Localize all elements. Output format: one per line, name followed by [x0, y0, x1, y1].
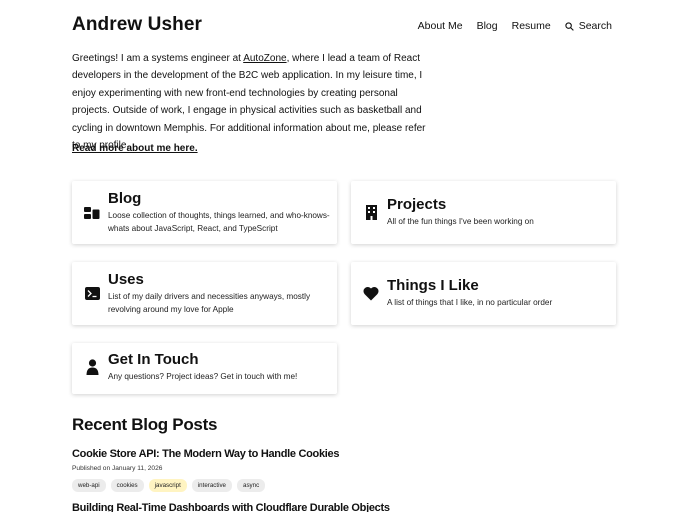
- tag-web-api[interactable]: web-api: [72, 479, 106, 492]
- card-description: List of my daily drivers and necessities…: [108, 292, 311, 314]
- terminal-icon: [83, 284, 101, 302]
- blog-icon: [83, 204, 101, 222]
- intro-text-start: Greetings! I am a systems engineer at: [72, 53, 244, 64]
- card-title: Things I Like: [387, 277, 479, 294]
- card-things-i-like[interactable]: Things I Like A list of things that I li…: [351, 262, 616, 325]
- card-description: A list of things that I like, in no part…: [387, 298, 553, 307]
- person-icon: [83, 358, 101, 376]
- card-title: Uses: [108, 271, 144, 288]
- post-date: Published on January 11, 2026: [72, 465, 163, 472]
- card-title: Projects: [387, 196, 447, 213]
- nav-blog[interactable]: Blog: [477, 20, 498, 32]
- card-description: All of the fun things I've been working …: [387, 217, 534, 226]
- heart-icon: [362, 284, 380, 302]
- search-icon: [565, 21, 574, 31]
- recent-posts-heading: Recent Blog Posts: [72, 415, 218, 434]
- card-title: Blog: [108, 190, 142, 207]
- intro-paragraph: Greetings! I am a systems engineer at Au…: [72, 50, 434, 154]
- card-projects[interactable]: Projects All of the fun things I've been…: [351, 181, 616, 244]
- tag-javascript[interactable]: javascript: [148, 479, 187, 492]
- post-title-link[interactable]: Building Real-Time Dashboards with Cloud…: [72, 502, 390, 512]
- card-blog[interactable]: Blog Loose collection of thoughts, thing…: [72, 181, 337, 244]
- card-description: Loose collection of thoughts, things lea…: [108, 211, 330, 233]
- nav-resume[interactable]: Resume: [512, 20, 551, 32]
- post-tags: web-api cookies javascript interactive a…: [72, 479, 270, 492]
- card-get-in-touch[interactable]: Get In Touch Any questions? Project idea…: [72, 343, 337, 394]
- building-icon: [362, 203, 380, 221]
- search-button[interactable]: Search: [565, 20, 612, 32]
- tag-cookies[interactable]: cookies: [110, 479, 144, 492]
- card-description: Any questions? Project ideas? Get in tou…: [108, 372, 298, 381]
- intro-text-end: , where I lead a team of React developer…: [72, 53, 426, 152]
- site-title[interactable]: Andrew Usher: [72, 14, 202, 36]
- main-nav: About Me Blog Resume Search: [404, 20, 612, 32]
- tag-async[interactable]: async: [237, 479, 266, 492]
- search-label: Search: [578, 20, 612, 32]
- post-title-link[interactable]: Cookie Store API: The Modern Way to Hand…: [72, 448, 339, 460]
- card-title: Get In Touch: [108, 351, 199, 368]
- nav-about-me[interactable]: About Me: [418, 20, 463, 32]
- card-uses[interactable]: Uses List of my daily drivers and necess…: [72, 262, 337, 325]
- site-header: Andrew Usher About Me Blog Resume Search: [72, 14, 612, 40]
- read-more-link[interactable]: Read more about me here.: [72, 143, 198, 154]
- autozone-link[interactable]: AutoZone: [243, 53, 286, 64]
- tag-interactive[interactable]: interactive: [191, 479, 232, 492]
